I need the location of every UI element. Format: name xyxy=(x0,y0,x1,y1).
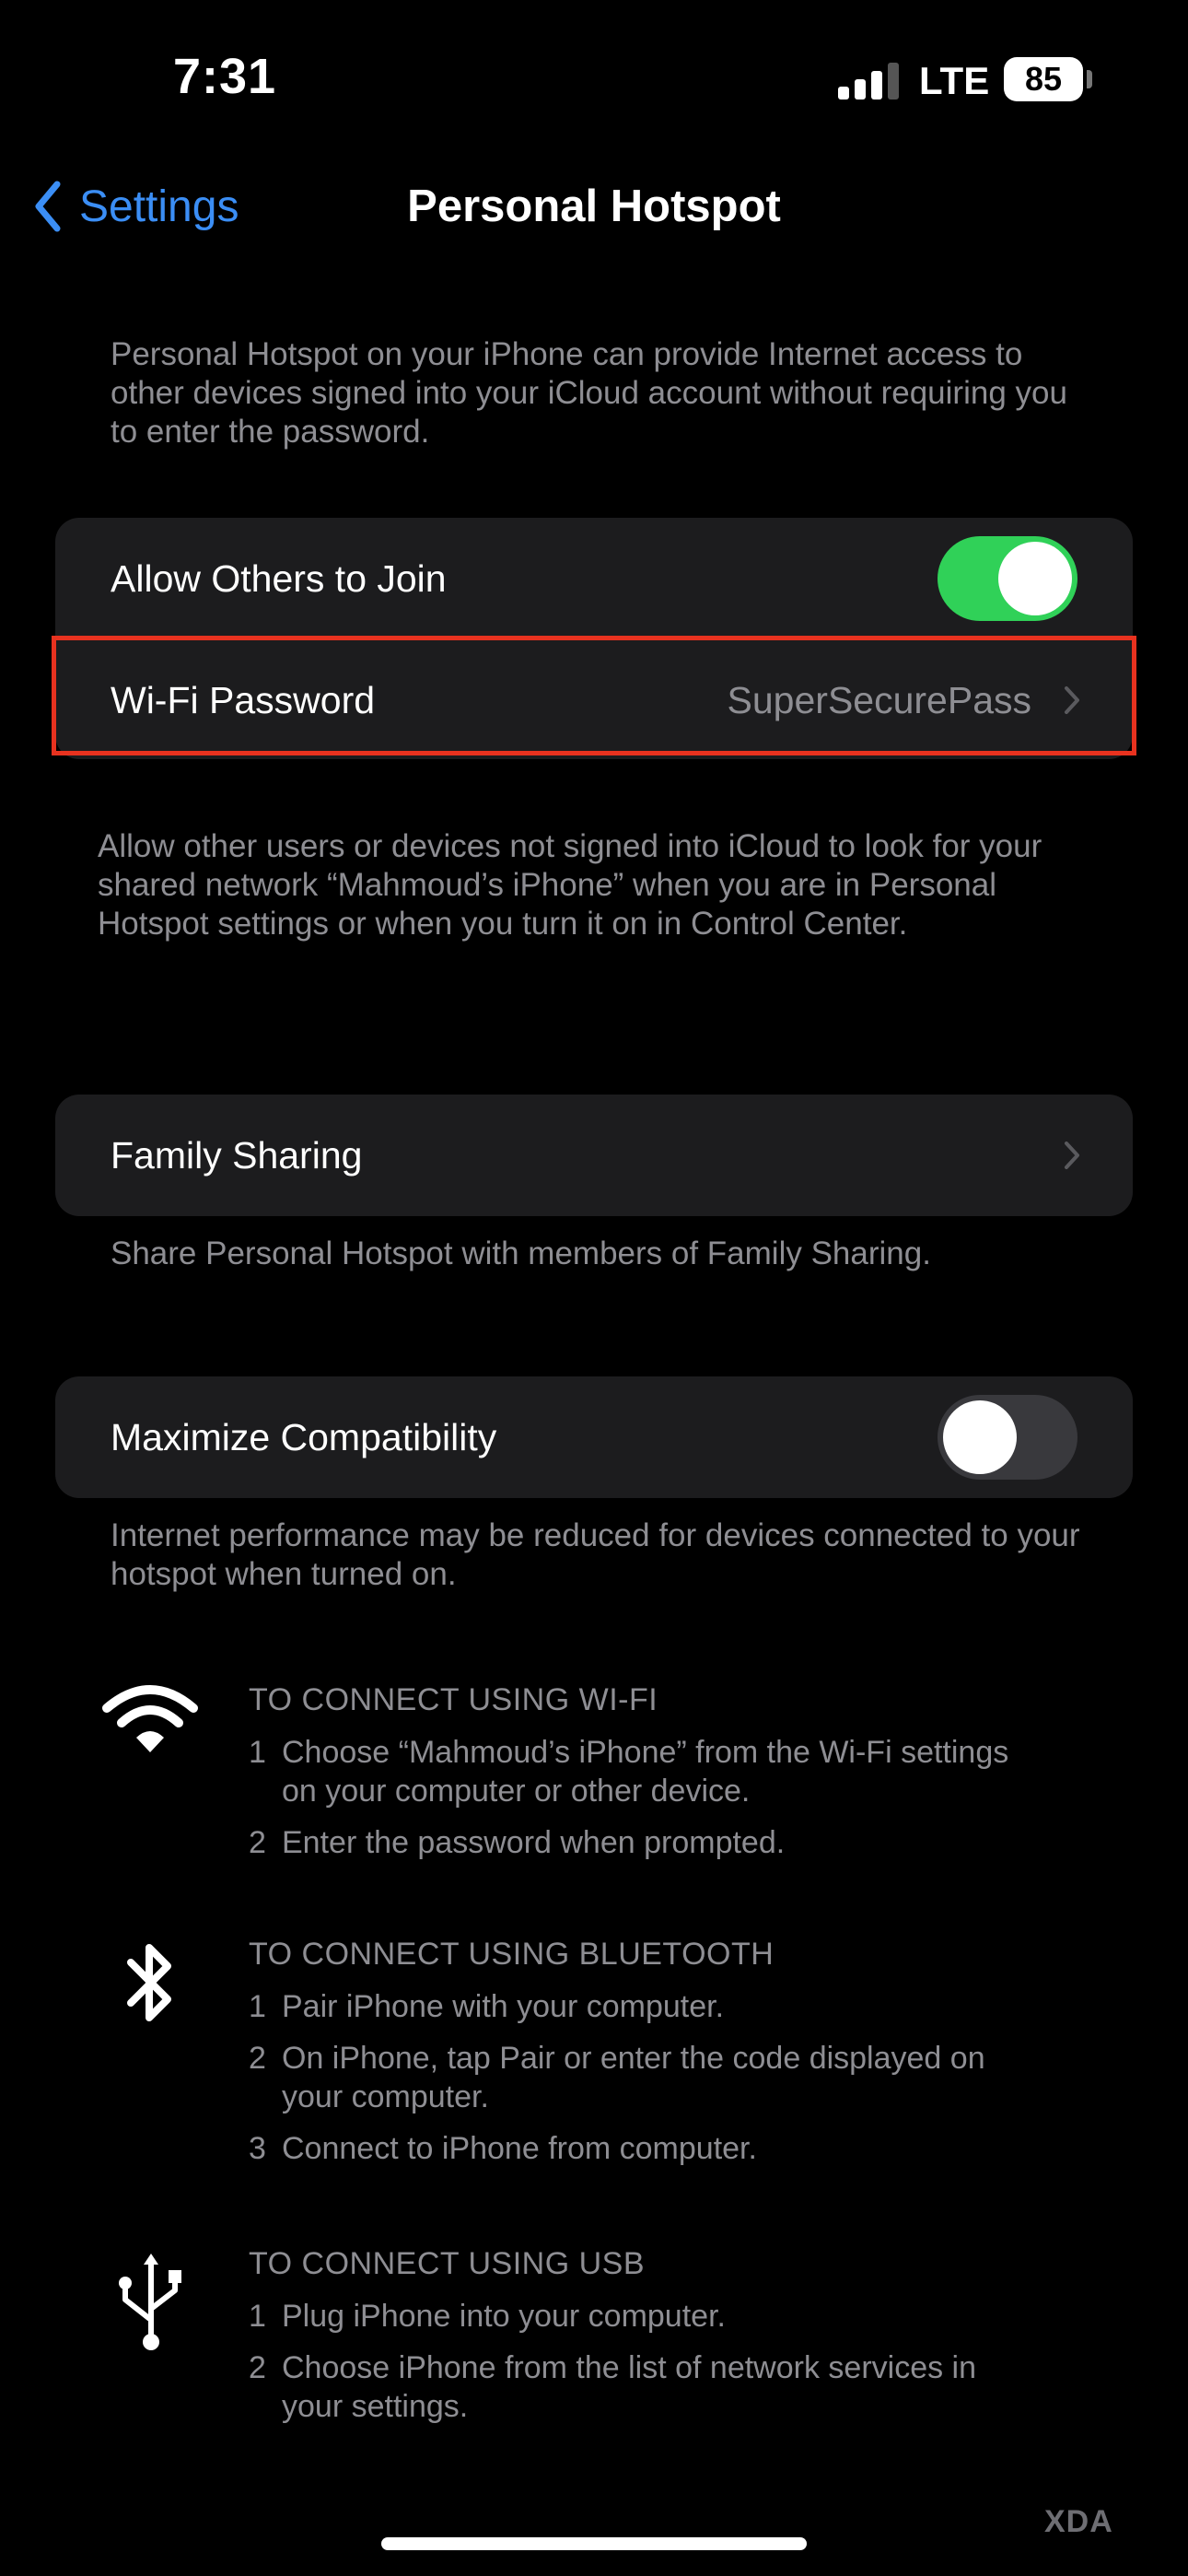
allow-others-row: Allow Others to Join xyxy=(55,518,1133,639)
family-sharing-note: Share Personal Hotspot with members of F… xyxy=(111,1235,931,1271)
bluetooth-instructions-title: TO CONNECT USING BLUETOOTH xyxy=(249,1937,775,1972)
instruction-step: 3 Connect to iPhone from computer. xyxy=(249,2129,1133,2168)
step-text: Choose “Mahmoud’s iPhone” from the Wi-Fi… xyxy=(282,1735,1009,1770)
toggle-knob xyxy=(998,542,1072,615)
home-indicator[interactable] xyxy=(381,2537,807,2550)
allow-others-toggle[interactable] xyxy=(938,536,1077,621)
allow-others-label: Allow Others to Join xyxy=(111,556,447,600)
step-number: 2 xyxy=(249,2041,266,2076)
wifi-instructions: TO CONNECT USING WI-FI 1 Choose “Mahmoud’… xyxy=(249,1682,1133,1862)
step-text-cont: your computer. xyxy=(282,2079,489,2114)
step-text: Choose iPhone from the list of network s… xyxy=(282,2350,977,2385)
instruction-step: 2 Enter the password when prompted. xyxy=(249,1823,1133,1862)
battery-tip xyxy=(1087,70,1092,88)
maximize-compat-row: Maximize Compatibility xyxy=(55,1376,1133,1498)
wifi-icon xyxy=(102,1685,198,1752)
network-type: LTE xyxy=(919,59,990,102)
family-sharing-label: Family Sharing xyxy=(111,1133,363,1177)
maximize-compat-note: Internet performance may be reduced for … xyxy=(111,1517,1080,1592)
maximize-compat-label: Maximize Compatibility xyxy=(111,1415,497,1458)
allow-others-note: Allow other users or devices not signed … xyxy=(98,828,1042,942)
maximize-group: Maximize Compatibility xyxy=(55,1376,1133,1498)
step-number: 2 xyxy=(249,2350,266,2385)
status-time: 7:31 xyxy=(173,49,277,104)
instruction-step: 1 Pair iPhone with your computer. xyxy=(249,1987,1133,2026)
cellular-signal-icon xyxy=(838,61,899,100)
usb-instructions: TO CONNECT USING USB 1 Plug iPhone into y… xyxy=(249,2246,1133,2426)
bluetooth-instructions: TO CONNECT USING BLUETOOTH 1 Pair iPhone … xyxy=(249,1937,1133,2168)
chevron-right-icon xyxy=(1065,1142,1079,1169)
usb-icon xyxy=(119,2254,181,2350)
step-text: On iPhone, tap Pair or enter the code di… xyxy=(282,2041,985,2076)
instruction-step: 2 On iPhone, tap Pair or enter the code d… xyxy=(249,2039,1133,2116)
family-sharing-group: Family Sharing xyxy=(55,1095,1133,1216)
step-number: 2 xyxy=(249,1825,266,1860)
xda-watermark: XDA xyxy=(1044,2504,1113,2539)
usb-instructions-title: TO CONNECT USING USB xyxy=(249,2246,646,2281)
highlight-box xyxy=(52,636,1136,755)
step-number: 1 xyxy=(249,2299,266,2334)
instruction-step: 1 Choose “Mahmoud’s iPhone” from the Wi-F… xyxy=(249,1733,1133,1810)
instruction-step: 2 Choose iPhone from the list of network … xyxy=(249,2348,1133,2426)
step-text: Plug iPhone into your computer. xyxy=(282,2299,726,2334)
intro-note: Personal Hotspot on your iPhone can prov… xyxy=(111,336,1067,450)
step-number: 1 xyxy=(249,1735,266,1770)
wifi-instructions-title: TO CONNECT USING WI-FI xyxy=(249,1682,658,1717)
step-text-cont: your settings. xyxy=(282,2389,469,2424)
toggle-knob xyxy=(943,1400,1017,1474)
family-sharing-row[interactable]: Family Sharing xyxy=(55,1095,1133,1216)
step-number: 1 xyxy=(249,1989,266,2024)
instruction-step: 1 Plug iPhone into your computer. xyxy=(249,2297,1133,2336)
maximize-compat-toggle[interactable] xyxy=(938,1395,1077,1480)
step-text: Connect to iPhone from computer. xyxy=(282,2131,757,2166)
step-text: Pair iPhone with your computer. xyxy=(282,1989,725,2024)
page-title: Personal Hotspot xyxy=(407,181,781,231)
step-number: 3 xyxy=(249,2131,266,2166)
step-text-cont: on your computer or other device. xyxy=(282,1774,751,1809)
battery-icon: 85 xyxy=(1004,57,1083,101)
bluetooth-icon xyxy=(127,1944,171,2021)
step-text: Enter the password when prompted. xyxy=(282,1825,786,1860)
